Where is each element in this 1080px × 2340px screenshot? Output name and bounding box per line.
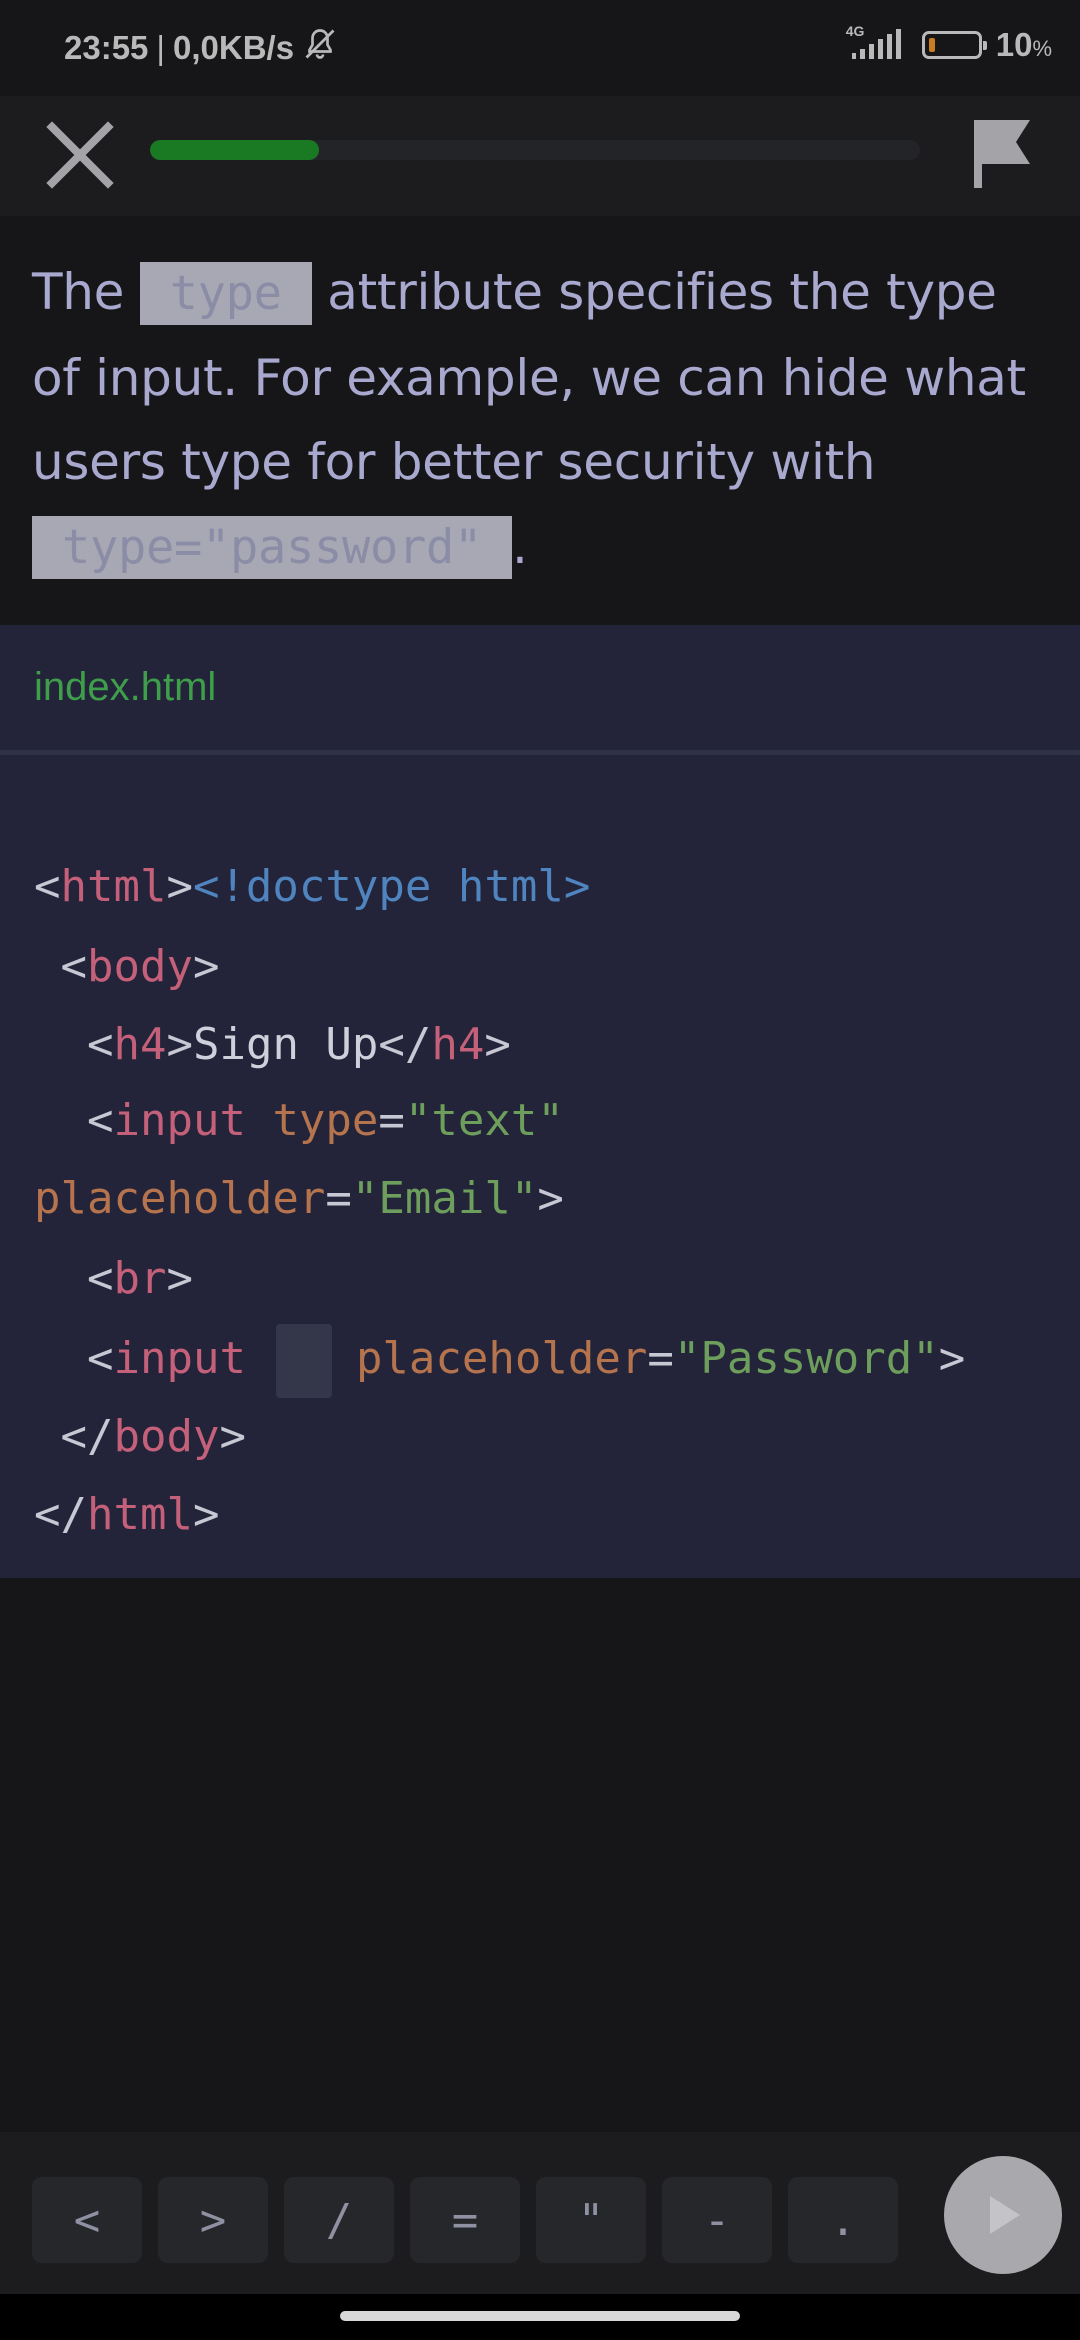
file-tab[interactable]: index.html: [0, 625, 1080, 755]
code-editor: index.html <!doctype html> <html> <body>…: [0, 625, 1080, 1578]
key-less-than[interactable]: <: [32, 2177, 142, 2263]
code-line: <input type="text": [86, 1095, 564, 1146]
inline-code-password: type="password": [32, 516, 512, 579]
report-flag-button[interactable]: [960, 110, 1040, 194]
status-left: 23:55 | 0,0KB/s: [64, 26, 338, 70]
battery-percent: 10%: [995, 26, 1052, 63]
key-quote[interactable]: ": [536, 2177, 646, 2263]
lesson-progress-fill: [150, 140, 320, 160]
inline-code-type: type: [139, 262, 312, 325]
code-line: placeholder="Email">: [34, 1173, 564, 1224]
signal-icon: 4G: [846, 23, 908, 63]
battery-icon: [921, 31, 987, 59]
code-line: <h4>Sign Up</h4>: [86, 1019, 511, 1070]
code-body: <!doctype html> <html> <body> <h4>Sign U…: [0, 755, 1080, 1555]
play-icon: [990, 2196, 1020, 2234]
key-equals[interactable]: =: [410, 2177, 520, 2263]
lesson-header: [0, 96, 1080, 216]
code-line: </body>: [60, 1411, 246, 1462]
status-right: 4G 10%: [846, 23, 1052, 64]
close-button[interactable]: [40, 115, 120, 195]
muted-bell-icon: [302, 26, 338, 70]
status-bar: 23:55 | 0,0KB/s 4G 10%: [0, 0, 1080, 96]
status-separator: |: [156, 29, 165, 66]
status-time: 23:55: [64, 29, 149, 66]
code-line: <!doctype html>: [192, 861, 591, 912]
code-line: </html>: [34, 1489, 220, 1540]
code-line: <br>: [86, 1253, 193, 1304]
key-period[interactable]: .: [788, 2177, 898, 2263]
key-greater-than[interactable]: >: [158, 2177, 268, 2263]
close-icon: [46, 121, 114, 189]
code-line: <body>: [60, 941, 220, 992]
status-network-speed: 0,0KB/s: [172, 29, 295, 66]
run-button[interactable]: [944, 2156, 1062, 2274]
key-hyphen[interactable]: -: [662, 2177, 772, 2263]
code-line: <input placeholder="Password">: [34, 1319, 1080, 1399]
home-indicator[interactable]: [340, 2311, 740, 2321]
flag-icon: [974, 120, 1030, 188]
symbol-key-bar: < > / = " - .: [0, 2132, 1080, 2294]
code-blank-slot[interactable]: [275, 1324, 332, 1398]
key-slash[interactable]: /: [284, 2177, 394, 2263]
lesson-progress-bar: [150, 140, 920, 160]
file-name: index.html: [34, 665, 217, 709]
lesson-instruction: The type attribute specifies the type of…: [32, 250, 1042, 590]
